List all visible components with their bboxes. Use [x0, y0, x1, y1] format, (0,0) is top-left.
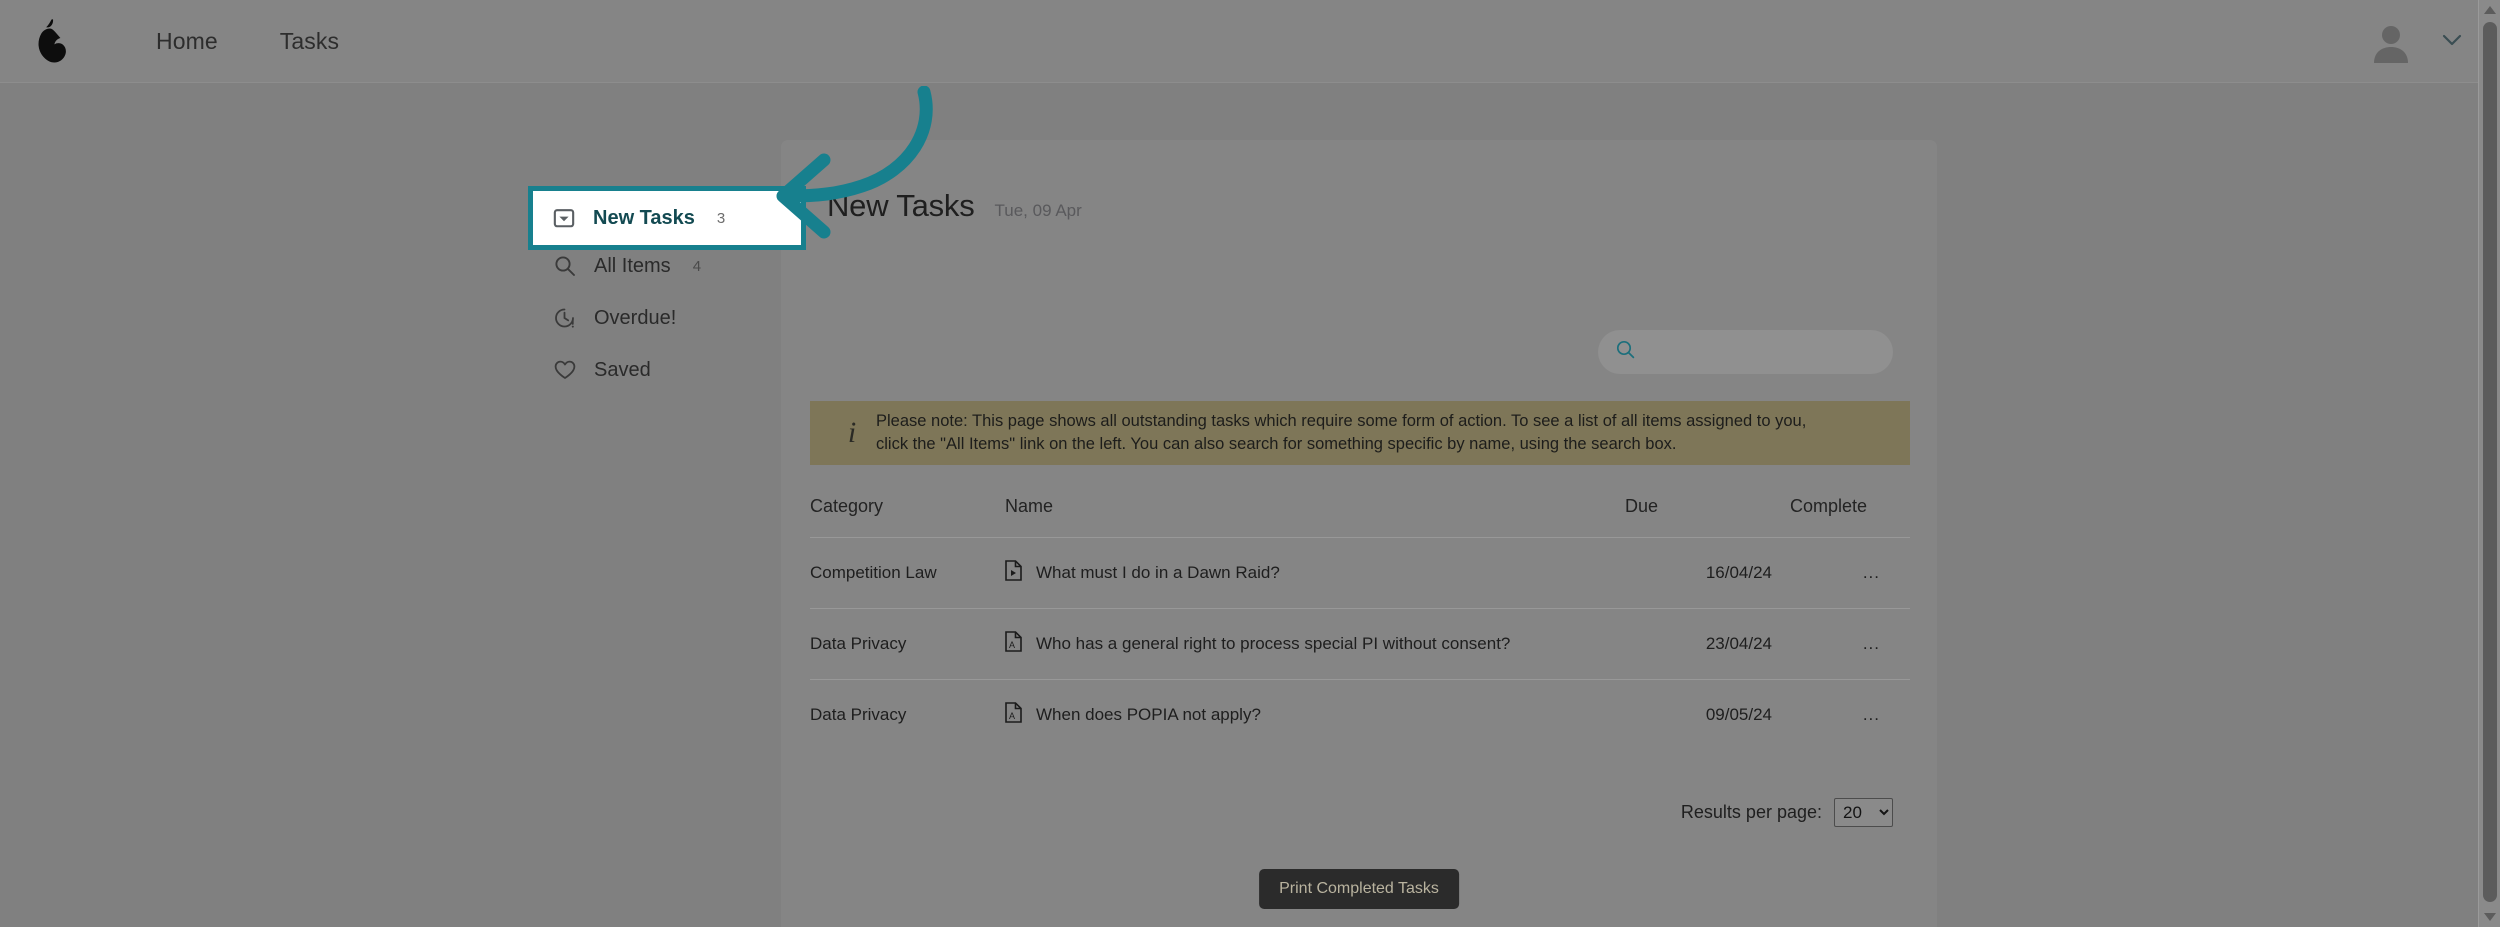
sidebar-item-label: All Items: [594, 254, 671, 277]
column-header-due[interactable]: Due: [1625, 496, 1790, 538]
cell-complete-menu[interactable]: ...: [1790, 537, 1910, 609]
nav-user-menu[interactable]: [2370, 0, 2462, 83]
task-name-link[interactable]: What must I do in a Dawn Raid?: [1036, 563, 1280, 583]
nav-link-home[interactable]: Home: [156, 28, 218, 55]
cell-name: What must I do in a Dawn Raid?: [1005, 537, 1625, 609]
info-icon: i: [847, 416, 857, 449]
table-row[interactable]: Competition Law What must I do in a Dawn: [810, 537, 1910, 609]
table-row[interactable]: Data Privacy A When does POPIA not apply…: [810, 680, 1910, 751]
sidebar-item-count: 4: [692, 257, 702, 275]
scrollbar-thumb[interactable]: [2483, 22, 2497, 902]
heart-icon: [554, 359, 576, 381]
table-row[interactable]: Data Privacy A Who has a general right t…: [810, 608, 1910, 680]
clock-alert-icon: [554, 307, 576, 329]
sidebar-item-new-tasks-highlight: New Tasks 3: [528, 186, 806, 250]
info-banner: i Please note: This page shows all outst…: [810, 401, 1910, 465]
main-content-panel: New Tasks Tue, 09 Apr i Please note: Thi…: [781, 140, 1937, 927]
column-header-complete[interactable]: Complete: [1790, 496, 1910, 538]
column-header-category[interactable]: Category: [810, 496, 1005, 538]
sidebar-item-saved[interactable]: Saved: [528, 344, 778, 396]
search-input[interactable]: [1647, 342, 1867, 362]
sidebar-item-count: 3: [716, 209, 726, 227]
scroll-down-arrow-icon[interactable]: [2484, 913, 2496, 921]
print-completed-tasks-button[interactable]: Print Completed Tasks: [1259, 869, 1459, 909]
svg-text:A: A: [1009, 711, 1015, 721]
task-name-link[interactable]: When does POPIA not apply?: [1036, 705, 1261, 725]
results-per-page: Results per page: 102050100: [1681, 798, 1893, 827]
tasks-table: Category Name Due Complete Competition L…: [810, 496, 1910, 750]
results-per-page-label: Results per page:: [1680, 802, 1822, 822]
cell-due: 16/04/24: [1625, 537, 1790, 609]
task-name-link[interactable]: Who has a general right to process speci…: [1036, 634, 1510, 654]
svg-text:A: A: [1009, 640, 1015, 650]
cell-name: A Who has a general right to process spe…: [1005, 608, 1625, 680]
sidebar-item-label: New Tasks: [593, 206, 695, 229]
info-banner-line-2: click the "All Items" link on the left. …: [876, 435, 1677, 453]
cell-complete-menu[interactable]: ...: [1790, 608, 1910, 680]
search-icon: [554, 255, 576, 277]
table-header-row: Category Name Due Complete: [810, 496, 1910, 538]
page-date: Tue, 09 Apr: [994, 201, 1082, 220]
user-avatar-icon[interactable]: [2370, 21, 2412, 63]
app-root: Home Tasks New Tasks Tue, 09 Apr i Pleas…: [0, 0, 2500, 927]
sidebar-item-label: Saved: [594, 358, 651, 381]
cell-category: Competition Law: [810, 537, 1005, 609]
cell-name: A When does POPIA not apply?: [1005, 680, 1625, 751]
panel-header: New Tasks Tue, 09 Apr: [827, 188, 1082, 224]
chevron-down-icon[interactable]: [2442, 33, 2462, 51]
sidebar-item-new-tasks[interactable]: New Tasks 3: [533, 191, 801, 245]
cell-due: 09/05/24: [1705, 705, 1772, 724]
cell-due: 23/04/24: [1625, 608, 1790, 680]
search-icon: [1616, 340, 1635, 364]
inbox-icon: [553, 207, 575, 229]
page-title: New Tasks: [827, 188, 975, 223]
vertical-scrollbar[interactable]: [2478, 0, 2500, 927]
top-navigation-bar: Home Tasks: [0, 0, 2500, 83]
column-header-name[interactable]: Name: [1005, 496, 1625, 538]
pear-logo-icon[interactable]: [8, 18, 92, 64]
video-file-icon: [1005, 560, 1022, 586]
search-box[interactable]: [1598, 330, 1893, 374]
info-banner-line-1: Please note: This page shows all outstan…: [876, 412, 1807, 431]
nav-link-tasks[interactable]: Tasks: [280, 28, 339, 55]
cell-complete-menu[interactable]: ...: [1790, 680, 1910, 751]
cell-category: Data Privacy: [810, 705, 907, 724]
scroll-up-arrow-icon[interactable]: [2484, 6, 2496, 14]
sidebar-item-overdue[interactable]: Overdue!: [528, 292, 778, 344]
pdf-file-icon: A: [1005, 631, 1022, 657]
info-banner-text: Please note: This page shows all outstan…: [870, 410, 1806, 456]
pdf-file-icon: A: [1005, 702, 1022, 728]
cell-category: Data Privacy: [810, 608, 1005, 680]
sidebar-item-label: Overdue!: [594, 306, 677, 329]
results-per-page-select[interactable]: 102050100: [1834, 798, 1893, 827]
